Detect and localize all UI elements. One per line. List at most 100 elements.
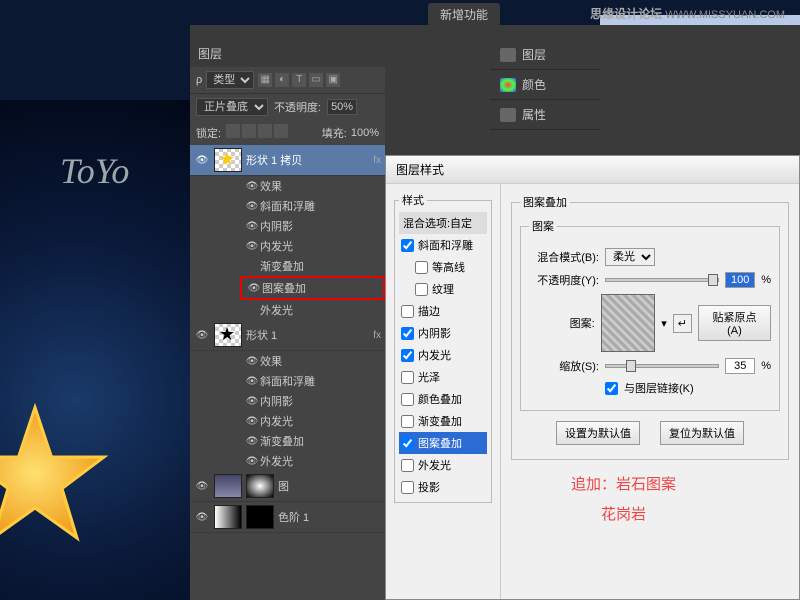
style-pattern-overlay[interactable]: 图案叠加	[399, 432, 487, 454]
checkbox-contour[interactable]	[415, 261, 428, 274]
style-inner-glow[interactable]: 内发光	[399, 344, 487, 366]
opacity-input[interactable]	[725, 272, 755, 288]
fx-inner-glow[interactable]: 内发光	[260, 238, 293, 254]
style-list: 样式 混合选项:自定 斜面和浮雕 等高线 纹理 描边 内阴影 内发光 光泽 颜色…	[386, 184, 501, 599]
pattern-thumbnail[interactable]	[601, 294, 656, 352]
lock-label: 锁定:	[196, 125, 221, 141]
visibility-icon[interactable]: 👁	[244, 376, 260, 387]
filter-type-select[interactable]: 类型	[206, 71, 254, 89]
snap-origin-button[interactable]: 贴紧原点(A)	[698, 305, 771, 341]
layer-name[interactable]: 色阶 1	[278, 509, 381, 525]
filter-text-icon[interactable]: T	[292, 73, 306, 87]
checkbox-pattern-overlay[interactable]	[401, 437, 414, 450]
set-default-button[interactable]: 设置为默认值	[556, 421, 640, 445]
style-outer-glow[interactable]: 外发光	[399, 454, 487, 476]
new-preset-icon[interactable]: ↵	[673, 314, 692, 333]
filter-shape-icon[interactable]: ▭	[309, 73, 323, 87]
checkbox-inner-shadow[interactable]	[401, 327, 414, 340]
blend-mode-select[interactable]: 正片叠底	[196, 98, 268, 116]
fx-list-2: 👁效果 👁斜面和浮雕 👁内阴影 👁内发光 👁渐变叠加 👁外发光	[190, 351, 385, 471]
fx-outer-glow[interactable]: 外发光	[260, 302, 293, 318]
layer-mask	[246, 505, 274, 529]
checkbox-drop-shadow[interactable]	[401, 481, 414, 494]
visibility-icon[interactable]: 👁	[244, 436, 260, 447]
right-panel-group: 图层 颜色 属性	[490, 40, 600, 130]
filter-pixel-icon[interactable]: ▦	[258, 73, 272, 87]
layer-image[interactable]: 👁 图	[190, 471, 385, 502]
style-texture[interactable]: 纹理	[399, 278, 487, 300]
section-legend: 图案叠加	[520, 194, 570, 210]
fx-gradient-overlay[interactable]: 渐变叠加	[260, 433, 304, 449]
layer-shape1-copy[interactable]: 👁 形状 1 拷贝 fx	[190, 145, 385, 176]
visibility-icon[interactable]: 👁	[194, 481, 210, 492]
style-stroke[interactable]: 描边	[399, 300, 487, 322]
style-satin[interactable]: 光泽	[399, 366, 487, 388]
visibility-icon[interactable]: 👁	[244, 456, 260, 467]
checkbox-outer-glow[interactable]	[401, 459, 414, 472]
checkbox-satin[interactable]	[401, 371, 414, 384]
fx-indicator[interactable]: fx	[373, 155, 381, 166]
link-checkbox[interactable]	[605, 382, 618, 395]
scale-slider[interactable]	[605, 364, 719, 368]
checkbox-inner-glow[interactable]	[401, 349, 414, 362]
visibility-icon[interactable]: 👁	[194, 330, 210, 341]
visibility-icon[interactable]: 👁	[244, 241, 260, 252]
visibility-icon[interactable]: 👁	[244, 221, 260, 232]
filter-adjust-icon[interactable]: ◐	[275, 73, 289, 87]
fx-inner-glow[interactable]: 内发光	[260, 413, 293, 429]
scale-input[interactable]	[725, 358, 755, 374]
opacity-value[interactable]: 50%	[327, 99, 357, 115]
style-contour[interactable]: 等高线	[399, 256, 487, 278]
lock-icons[interactable]	[225, 124, 289, 141]
fill-value[interactable]: 100%	[351, 127, 379, 139]
layer-shape1[interactable]: 👁 形状 1 fx	[190, 320, 385, 351]
visibility-icon[interactable]: 👁	[244, 356, 260, 367]
visibility-icon[interactable]: 👁	[246, 283, 262, 294]
reset-default-button[interactable]: 复位为默认值	[660, 421, 744, 445]
tab-color[interactable]: 颜色	[490, 70, 600, 100]
opacity-slider[interactable]	[605, 278, 719, 282]
checkbox-bevel[interactable]	[401, 239, 414, 252]
layers-panel-title[interactable]: 图层	[190, 40, 385, 67]
star-artwork	[0, 400, 110, 550]
checkbox-color-overlay[interactable]	[401, 393, 414, 406]
layer-name[interactable]: 形状 1 拷贝	[246, 152, 373, 168]
style-bevel[interactable]: 斜面和浮雕	[399, 234, 487, 256]
fx-inner-shadow[interactable]: 内阴影	[260, 218, 293, 234]
fx-bevel[interactable]: 斜面和浮雕	[260, 373, 315, 389]
layer-name[interactable]: 图	[278, 478, 381, 494]
visibility-icon[interactable]: 👁	[244, 201, 260, 212]
fx-gradient-overlay[interactable]: 渐变叠加	[260, 258, 304, 274]
blend-options-row[interactable]: 混合选项:自定	[399, 212, 487, 234]
checkbox-stroke[interactable]	[401, 305, 414, 318]
search-icon: ρ	[196, 74, 202, 86]
visibility-icon[interactable]: 👁	[244, 181, 260, 192]
new-features-button[interactable]: 新增功能	[428, 3, 500, 26]
checkbox-texture[interactable]	[415, 283, 428, 296]
fx-inner-shadow[interactable]: 内阴影	[260, 393, 293, 409]
tab-properties[interactable]: 属性	[490, 100, 600, 130]
blend-mode-select[interactable]: 柔光	[605, 248, 655, 266]
layer-levels[interactable]: 👁 色阶 1	[190, 502, 385, 533]
fx-pattern-overlay[interactable]: 图案叠加	[262, 280, 306, 296]
fx-indicator[interactable]: fx	[373, 330, 381, 341]
logo-text: ToYo	[60, 150, 129, 192]
checkbox-gradient-overlay[interactable]	[401, 415, 414, 428]
style-color-overlay[interactable]: 颜色叠加	[399, 388, 487, 410]
visibility-icon[interactable]: 👁	[244, 416, 260, 427]
canvas[interactable]: ToYo	[0, 100, 190, 600]
layer-name[interactable]: 形状 1	[246, 327, 373, 343]
visibility-icon[interactable]: 👁	[194, 155, 210, 166]
visibility-icon[interactable]: 👁	[244, 396, 260, 407]
layers-panel: 图层 ρ 类型 ▦ ◐ T ▭ ▣ 正片叠底 不透明度: 50% 锁定: 填充:…	[190, 40, 385, 600]
style-drop-shadow[interactable]: 投影	[399, 476, 487, 498]
fx-bevel[interactable]: 斜面和浮雕	[260, 198, 315, 214]
pattern-dropdown-icon[interactable]: ▾	[661, 317, 667, 330]
style-inner-shadow[interactable]: 内阴影	[399, 322, 487, 344]
filter-type-icons[interactable]: ▦ ◐ T ▭ ▣	[258, 73, 340, 87]
visibility-icon[interactable]: 👁	[194, 512, 210, 523]
filter-smart-icon[interactable]: ▣	[326, 73, 340, 87]
tab-layers[interactable]: 图层	[490, 40, 600, 70]
style-gradient-overlay[interactable]: 渐变叠加	[399, 410, 487, 432]
fx-outer-glow[interactable]: 外发光	[260, 453, 293, 469]
